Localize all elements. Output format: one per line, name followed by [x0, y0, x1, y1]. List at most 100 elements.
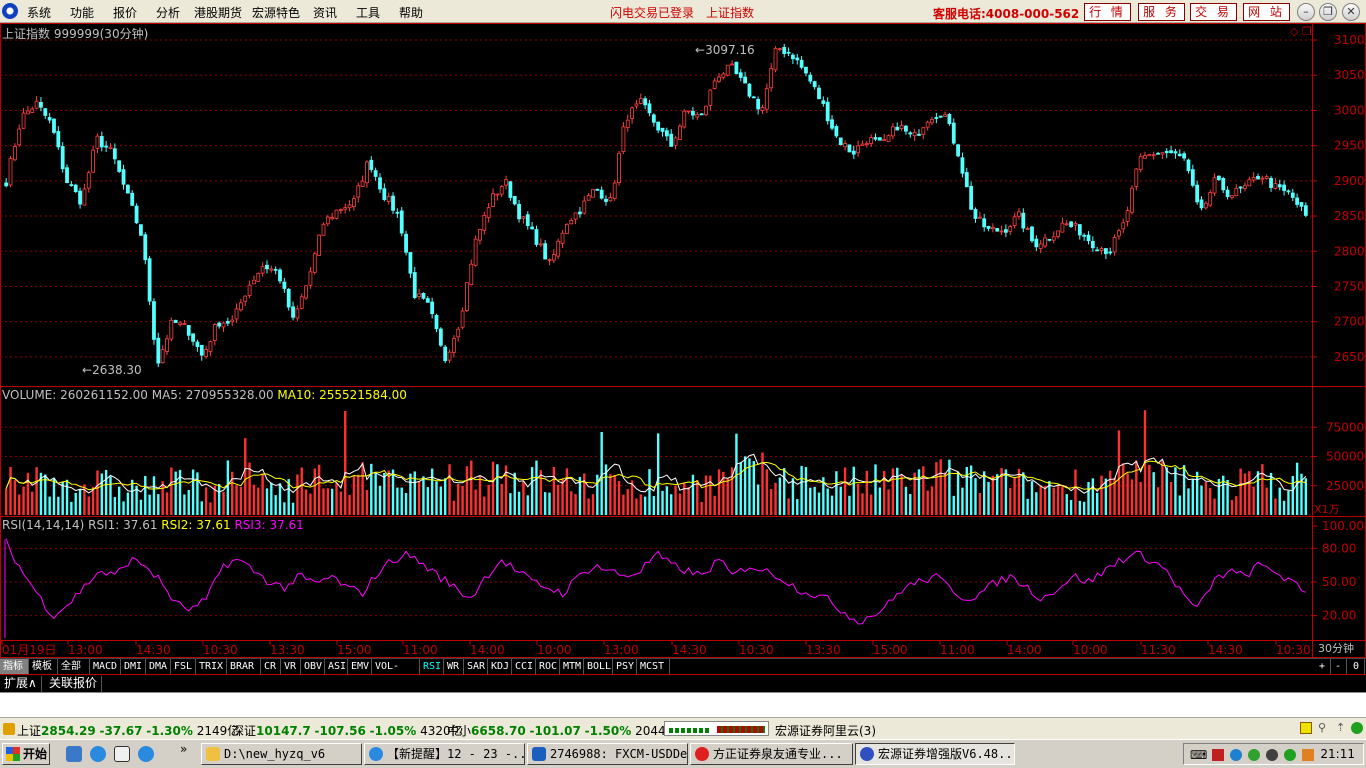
- zoom-in-button[interactable]: +: [1316, 659, 1331, 675]
- indicator-tab-dma[interactable]: DMA: [146, 659, 171, 675]
- indicator-tab-brar[interactable]: BRAR: [227, 659, 261, 675]
- indicator-tab-trix[interactable]: TRIX: [196, 659, 227, 675]
- indicator-tab-rsi[interactable]: RSI: [420, 659, 444, 675]
- info-icon[interactable]: [1300, 722, 1312, 734]
- menu-system[interactable]: 系统: [27, 4, 51, 21]
- volume-bar: [339, 491, 343, 515]
- indicator-tab-boll[interactable]: BOLL: [584, 659, 613, 675]
- quicklaunch-more-icon[interactable]: »: [180, 742, 187, 756]
- tray-flag-icon[interactable]: [1212, 749, 1224, 761]
- menu-hongyuan[interactable]: 宏源特色: [252, 4, 300, 21]
- volume-bar: [317, 464, 321, 515]
- tray-volume-icon[interactable]: [1302, 749, 1314, 761]
- candle: [856, 145, 861, 154]
- candle: [217, 322, 222, 327]
- task-folder[interactable]: D:\new_hyzq_v6: [201, 743, 362, 765]
- related-quote-tab[interactable]: 关联报价: [45, 676, 103, 692]
- volume-bar: [1178, 495, 1181, 515]
- indicator-tab[interactable]: 指标: [0, 659, 29, 675]
- candle: [1299, 202, 1304, 207]
- keyboard-icon[interactable]: ⌨: [1190, 748, 1207, 762]
- indicator-tab-kdj[interactable]: KDJ: [488, 659, 512, 675]
- expand-tab[interactable]: 扩展∧: [0, 676, 42, 692]
- indicator-tab-fsl[interactable]: FSL: [171, 659, 196, 675]
- price-chart[interactable]: 3100 3050 3000 2950 2900 2850 2800 2750 2700 2650…: [0, 23, 1366, 658]
- menu-help[interactable]: 帮助: [399, 4, 423, 21]
- pin-icon[interactable]: ⇡: [1336, 721, 1345, 734]
- indicator-tab-voltdx[interactable]: VOL-TDX: [372, 659, 420, 687]
- indicator-tab-cr[interactable]: CR: [261, 659, 281, 675]
- time-label: 11:00: [940, 643, 975, 657]
- candle: [360, 180, 365, 187]
- candle: [1147, 154, 1152, 157]
- time-label: 13:30: [270, 643, 305, 657]
- menu-hk-futures[interactable]: 港股期货: [194, 4, 242, 21]
- zx-index[interactable]: 中小6658.70 -101.07 -1.50% 2044亿: [447, 722, 678, 739]
- volume-bar: [557, 484, 560, 515]
- menu-quote[interactable]: 报价: [113, 4, 137, 21]
- quicklaunch-browser-icon[interactable]: [138, 746, 154, 762]
- indicator-tab-psy[interactable]: PSY: [613, 659, 637, 675]
- volume-bar: [726, 478, 729, 515]
- menu-info[interactable]: 资讯: [313, 4, 337, 21]
- clock[interactable]: 21:11: [1320, 747, 1355, 761]
- all-tab[interactable]: 全部: [58, 659, 90, 675]
- server-name[interactable]: 宏源证券阿里云(3): [775, 722, 876, 739]
- task-browser[interactable]: 【新提醒】12 - 23 -...: [364, 743, 525, 765]
- task-founder[interactable]: 方正证券泉友通专业...: [690, 743, 853, 765]
- reset-button[interactable]: 0: [1350, 659, 1365, 675]
- indicator-tab-dmi[interactable]: DMI: [121, 659, 146, 675]
- close-icon[interactable]: ✕: [1342, 3, 1360, 21]
- menu-analysis[interactable]: 分析: [156, 4, 180, 21]
- indicator-tab-mtm[interactable]: MTM: [560, 659, 584, 675]
- quicklaunch-explorer-icon[interactable]: [66, 746, 82, 762]
- chart-area[interactable]: 3100 3050 3000 2950 2900 2850 2800 2750 2700 2650…: [0, 23, 1366, 658]
- indicator-tab-mcst[interactable]: MCST: [637, 659, 670, 675]
- task-hongyuan[interactable]: 宏源证券增强版V6.48...: [855, 743, 1015, 765]
- indicator-tab-emv[interactable]: EMV: [348, 659, 372, 675]
- app-logo-icon[interactable]: [2, 3, 18, 19]
- antenna-icon[interactable]: ⚲: [1318, 721, 1326, 734]
- indicator-tab-roc[interactable]: ROC: [536, 659, 560, 675]
- indicator-tab-sar[interactable]: SAR: [464, 659, 488, 675]
- template-tab[interactable]: 模板: [29, 659, 58, 675]
- sh-index[interactable]: 上证2854.29 -37.67 -1.30% 2149亿: [17, 722, 239, 739]
- period-label[interactable]: 30分钟: [1318, 640, 1354, 656]
- volume-bar: [70, 501, 73, 515]
- indicator-tab-obv[interactable]: OBV: [301, 659, 325, 675]
- candle: [595, 188, 600, 191]
- indicator-tab-vr[interactable]: VR: [281, 659, 301, 675]
- minimize-icon[interactable]: –: [1297, 3, 1315, 21]
- tray-network-icon[interactable]: [1230, 749, 1242, 761]
- candle: [1086, 234, 1091, 242]
- trade-login-notice[interactable]: 闪电交易已登录: [610, 4, 694, 21]
- website-button[interactable]: 网 站: [1243, 3, 1290, 21]
- indicator-tab-wr[interactable]: WR: [444, 659, 464, 675]
- trade-button[interactable]: 交 易: [1190, 3, 1237, 21]
- fxcm-icon: [532, 747, 546, 761]
- indicator-tab-asi[interactable]: ASI: [325, 659, 348, 675]
- service-button[interactable]: 服 务: [1138, 3, 1185, 21]
- candle: [43, 108, 48, 116]
- candle: [560, 232, 565, 244]
- menu-function[interactable]: 功能: [70, 4, 94, 21]
- restore-icon[interactable]: ❐: [1319, 3, 1337, 21]
- menu-tools[interactable]: 工具: [356, 4, 380, 21]
- start-button[interactable]: 开始: [2, 743, 50, 765]
- sz-index[interactable]: 深证10147.7 -107.56 -1.05% 4320亿: [232, 722, 463, 739]
- tray-status-icon[interactable]: [1284, 749, 1296, 761]
- chart-tools-icon[interactable]: ◇ ❐: [1290, 25, 1312, 38]
- quote-button[interactable]: 行 情: [1084, 3, 1131, 21]
- quicklaunch-desktop-icon[interactable]: [114, 746, 130, 762]
- tray-security-icon[interactable]: [1248, 749, 1260, 761]
- quicklaunch-ie-icon[interactable]: [90, 746, 106, 762]
- volume-bar: [926, 490, 929, 515]
- indicator-tab-cci[interactable]: CCI: [512, 659, 536, 675]
- candle: [117, 160, 122, 172]
- volume-bar: [274, 495, 277, 515]
- zoom-out-button[interactable]: -: [1332, 659, 1347, 675]
- task-fxcm[interactable]: 2746988: FXCM-USDDe...: [527, 743, 688, 765]
- tray-app-icon[interactable]: [1266, 749, 1278, 761]
- volume-bar: [1091, 478, 1095, 515]
- indicator-tab-macd[interactable]: MACD: [90, 659, 121, 675]
